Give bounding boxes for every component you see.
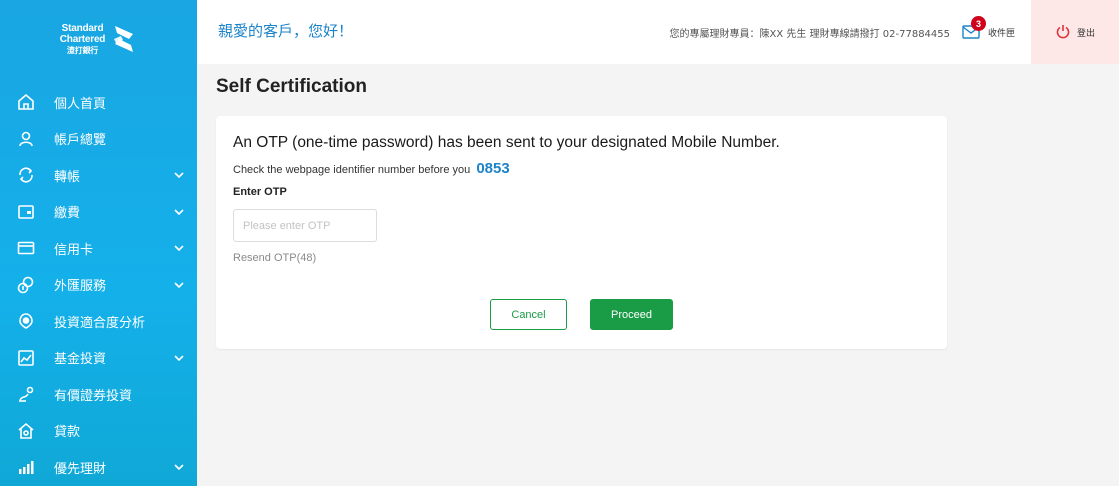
- proceed-button[interactable]: Proceed: [590, 299, 673, 330]
- sidebar-item-label: 帳戶總覽: [54, 133, 107, 149]
- standard-chartered-logo-icon: [114, 26, 134, 52]
- sidebar-item-loans[interactable]: 貸款: [0, 413, 197, 450]
- chevron-down-icon[interactable]: [173, 206, 185, 218]
- sidebar-item-investment-suitability[interactable]: 投資適合度分析: [0, 303, 197, 340]
- identifier-code: 0853: [476, 160, 510, 177]
- sidebar-item-label: 轉帳: [54, 169, 81, 185]
- sidebar-item-label: 繳費: [54, 206, 81, 222]
- page-title: Self Certification: [216, 76, 367, 97]
- brand-logo[interactable]: Standard Chartered 渣打銀行: [0, 0, 197, 78]
- sidebar-item-fx-services[interactable]: 外匯服務: [0, 267, 197, 304]
- inbox-count-badge: 3: [971, 16, 986, 31]
- user-icon: [17, 130, 35, 148]
- advisor-info: 您的專屬理財專員：陳XX 先生 理財專線請撥打 02-77884455: [669, 29, 950, 40]
- sidebar-item-label: 信用卡: [54, 242, 94, 258]
- transfer-icon: [17, 166, 35, 184]
- sidebar-item-funds[interactable]: 基金投資: [0, 340, 197, 377]
- resend-otp-link[interactable]: Resend OTP(48): [233, 252, 316, 264]
- greeting-text: 親愛的客戶，您好！: [218, 22, 354, 40]
- fx-icon: [17, 276, 35, 294]
- identifier-line: Check the webpage identifier number befo…: [233, 160, 510, 177]
- chevron-down-icon[interactable]: [173, 279, 185, 291]
- sidebar-item-securities[interactable]: 有價證券投資: [0, 376, 197, 413]
- inbox-label: 收件匣: [988, 28, 1016, 39]
- top-header: 親愛的客戶，您好！ 您的專屬理財專員：陳XX 先生 理財專線請撥打 02-778…: [197, 0, 1119, 64]
- sidebar-item-label: 貸款: [54, 425, 81, 441]
- brand-line2: Chartered: [59, 33, 106, 45]
- brand-name: Standard Chartered 渣打銀行: [59, 22, 106, 56]
- cancel-button[interactable]: Cancel: [490, 299, 567, 330]
- home-icon: [17, 93, 35, 111]
- identifier-text: Check the webpage identifier number befo…: [233, 164, 471, 176]
- sidebar-item-label: 有價證券投資: [54, 388, 133, 404]
- logout-button[interactable]: 登出: [1031, 0, 1119, 64]
- sidebar: Standard Chartered 渣打銀行 個人首頁 帳戶總覽 轉帳 繳費 …: [0, 0, 197, 486]
- sidebar-item-label: 外匯服務: [54, 279, 107, 295]
- loan-house-icon: [17, 422, 35, 440]
- inbox-button[interactable]: 3 收件匣: [962, 16, 1016, 44]
- sidebar-item-priority-banking[interactable]: 優先理財: [0, 449, 197, 486]
- credit-card-icon: [17, 239, 35, 257]
- power-icon: [1056, 25, 1070, 39]
- sidebar-item-label: 優先理財: [54, 461, 107, 477]
- otp-sent-message: An OTP (one-time password) has been sent…: [233, 134, 780, 151]
- sidebar-item-transfer[interactable]: 轉帳: [0, 157, 197, 194]
- brand-line1: Standard: [61, 22, 104, 34]
- wallet-icon: [17, 203, 35, 221]
- sidebar-item-credit-card[interactable]: 信用卡: [0, 230, 197, 267]
- sidebar-item-label: 基金投資: [54, 352, 107, 368]
- sidebar-item-bill-payment[interactable]: 繳費: [0, 194, 197, 231]
- chevron-down-icon[interactable]: [173, 169, 185, 181]
- target-icon: [17, 312, 35, 330]
- sidebar-item-label: 個人首頁: [54, 96, 107, 112]
- priority-chart-icon: [17, 458, 35, 476]
- chevron-down-icon[interactable]: [173, 242, 185, 254]
- sidebar-item-home[interactable]: 個人首頁: [0, 84, 197, 121]
- otp-card: An OTP (one-time password) has been sent…: [216, 116, 947, 349]
- brand-line3: 渣打銀行: [66, 45, 99, 55]
- fund-icon: [17, 349, 35, 367]
- otp-input[interactable]: [233, 209, 377, 242]
- enter-otp-label: Enter OTP: [233, 186, 287, 198]
- sidebar-item-label: 投資適合度分析: [54, 315, 146, 331]
- chevron-down-icon[interactable]: [173, 461, 185, 473]
- mail-icon: 3: [962, 16, 986, 39]
- sidebar-nav: 個人首頁 帳戶總覽 轉帳 繳費 信用卡 外匯服務 投資適合度分析 基金投資 有價…: [0, 84, 197, 486]
- logout-label: 登出: [1076, 28, 1095, 39]
- securities-icon: [17, 385, 35, 403]
- sidebar-item-accounts[interactable]: 帳戶總覽: [0, 121, 197, 158]
- chevron-down-icon[interactable]: [173, 352, 185, 364]
